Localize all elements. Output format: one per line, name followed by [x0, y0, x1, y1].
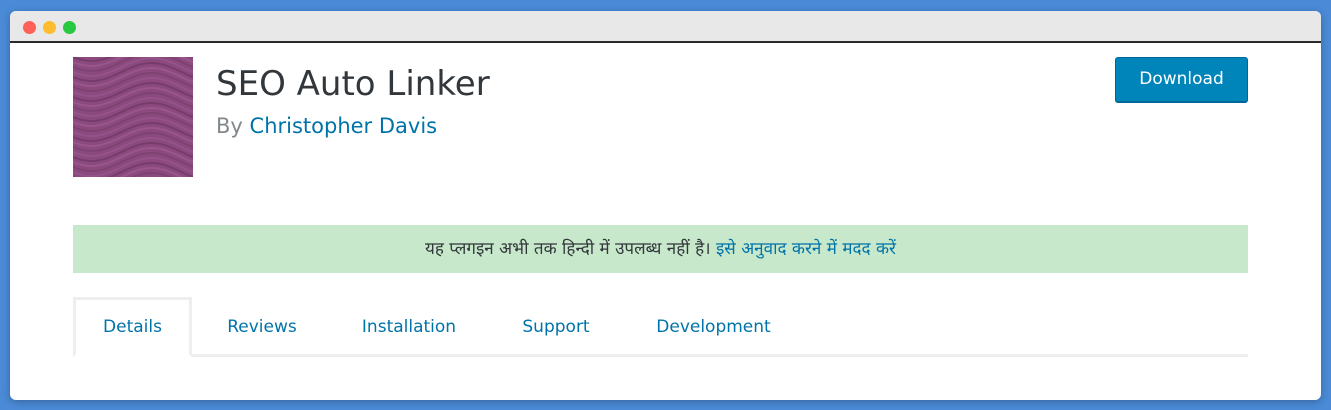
minimize-window-button[interactable]: [43, 21, 56, 34]
browser-window: SEO Auto Linker By Christopher Davis Dow…: [10, 11, 1321, 400]
window-titlebar: [10, 11, 1321, 43]
wave-pattern-icon: [73, 57, 193, 177]
maximize-window-button[interactable]: [63, 21, 76, 34]
plugin-title: SEO Auto Linker: [216, 64, 490, 104]
author-link[interactable]: Christopher Davis: [250, 114, 438, 138]
plugin-tabs: Details Reviews Installation Support Dev…: [73, 297, 1248, 357]
tab-development[interactable]: Development: [626, 297, 801, 357]
tab-installation[interactable]: Installation: [332, 297, 486, 357]
close-window-button[interactable]: [23, 21, 36, 34]
translation-notice: यह प्लगइन अभी तक हिन्दी में उपलब्ध नहीं …: [73, 225, 1248, 273]
tab-details[interactable]: Details: [73, 297, 192, 357]
plugin-byline: By Christopher Davis: [216, 114, 437, 138]
tab-support[interactable]: Support: [486, 297, 626, 357]
plugin-icon: [73, 57, 193, 177]
by-label: By: [216, 114, 243, 138]
tab-reviews[interactable]: Reviews: [192, 297, 332, 357]
help-translate-link[interactable]: इसे अनुवाद करने में मदद करें: [716, 239, 896, 259]
download-button[interactable]: Download: [1115, 57, 1248, 102]
notice-text: यह प्लगइन अभी तक हिन्दी में उपलब्ध नहीं …: [425, 239, 711, 259]
